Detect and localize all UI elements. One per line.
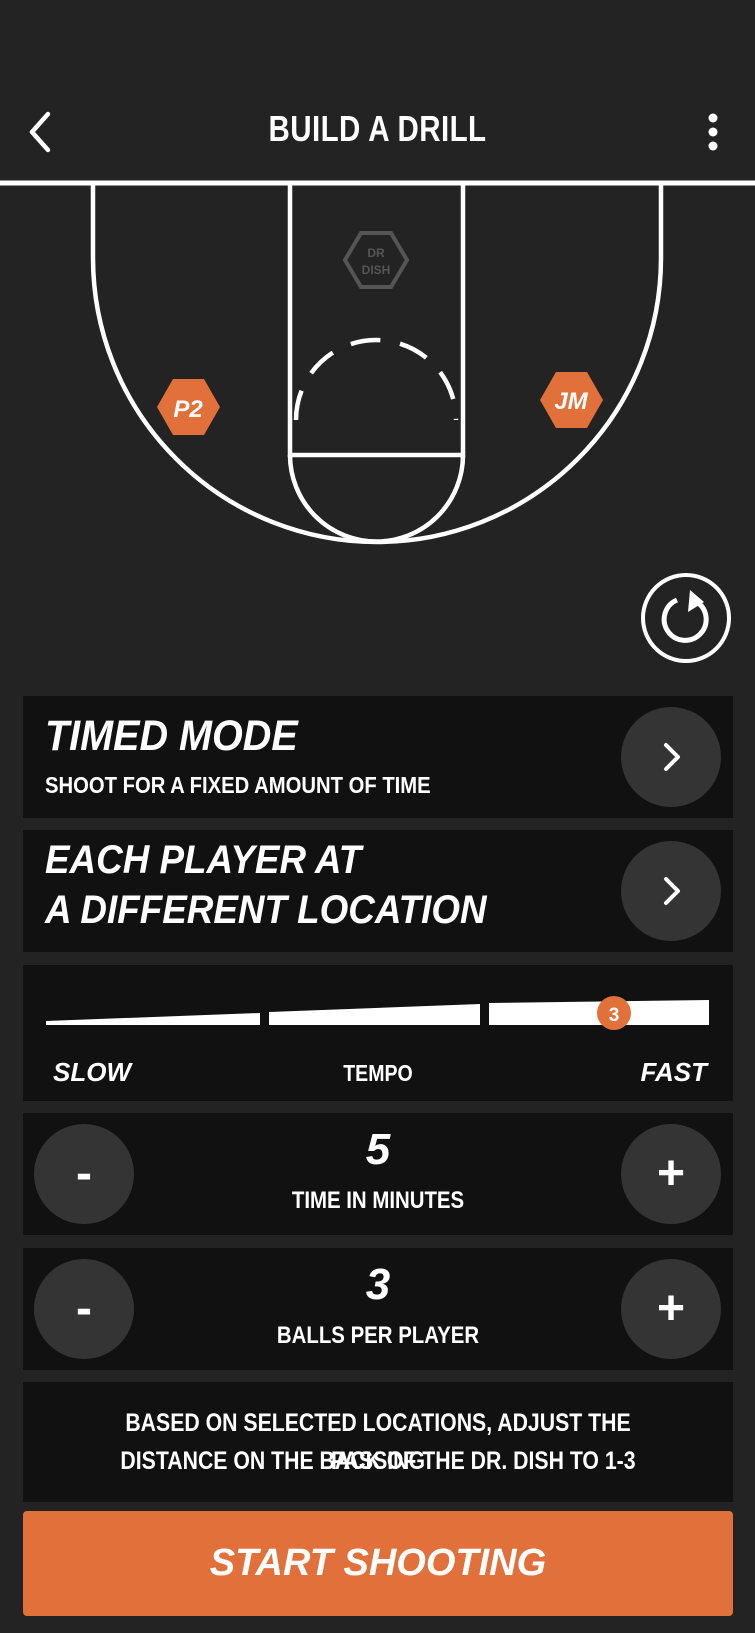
tempo-fast-label: FAST [640,1057,707,1087]
player-label-p2: P2 [173,396,203,423]
machine-label-line2: DISH [362,263,391,277]
half-court-diagram[interactable]: DR DISH P2 JM [0,180,755,560]
chevron-right-icon [664,743,680,771]
mode-next-button[interactable] [621,707,721,807]
tempo-segment-1[interactable] [46,1013,260,1025]
tempo-value: 3 [609,1005,620,1026]
location-title-line2: A DIFFERENT LOCATION [45,888,487,932]
balls-card: - 3 BALLS PER PLAYER + [23,1248,733,1370]
player-label-jm: JM [554,388,588,415]
more-vertical-icon [708,113,718,151]
machine-label-line1: DR [367,246,385,260]
passing-distance-note: BASED ON SELECTED LOCATIONS, ADJUST THE … [23,1382,733,1502]
back-button[interactable] [20,110,64,154]
reset-button[interactable] [640,572,732,664]
mode-subtitle: SHOOT FOR A FIXED AMOUNT OF TIME [45,772,431,798]
more-options-button[interactable] [696,112,730,152]
tempo-card: 3 SLOW TEMPO FAST [23,965,733,1101]
start-shooting-label: START SHOOTING [209,1542,547,1584]
machine-marker[interactable]: DR DISH [342,231,410,289]
start-shooting-button[interactable]: START SHOOTING [23,1511,733,1616]
location-card[interactable]: EACH PLAYER AT A DIFFERENT LOCATION [23,830,733,952]
time-label: TIME IN MINUTES [291,1187,465,1214]
location-next-button[interactable] [621,841,721,941]
mode-title: TIMED MODE [45,712,298,760]
player-marker-p2[interactable]: P2 [157,379,220,435]
page-title: BUILD A DRILL [268,108,487,149]
plus-icon: + [656,1147,686,1200]
location-title-line1: EACH PLAYER AT [45,838,362,882]
time-plus-button[interactable]: + [621,1124,721,1224]
chevron-right-icon [664,877,680,905]
time-card: - 5 TIME IN MINUTES + [23,1113,733,1235]
tempo-segment-2[interactable] [269,1004,480,1025]
mode-card[interactable]: TIMED MODE SHOOT FOR A FIXED AMOUNT OF T… [23,696,733,818]
tempo-label: TEMPO [343,1060,413,1086]
player-marker-jm[interactable]: JM [540,372,603,428]
reset-icon [641,573,731,663]
plus-icon: + [656,1282,686,1335]
note-line2: DISTANCE ON THE BACK OF THE DR. DISH TO … [120,1447,636,1475]
chevron-left-icon [29,111,51,153]
balls-plus-button[interactable]: + [621,1259,721,1359]
balls-label: BALLS PER PLAYER [276,1322,480,1349]
